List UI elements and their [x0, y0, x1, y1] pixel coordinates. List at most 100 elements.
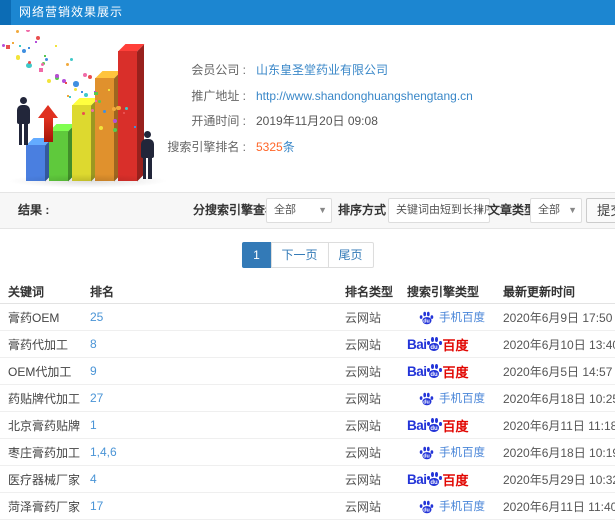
- info-row-url: 推广地址 : http://www.shandonghuangshengtang…: [0, 84, 615, 110]
- pagination-area: 1 下一页 尾页: [0, 229, 615, 279]
- engine-cell: du 手机百度: [407, 444, 503, 460]
- result-label: 结果 :: [18, 203, 50, 217]
- rank-cell[interactable]: 1,4,6: [90, 445, 345, 459]
- article-type-label: 文章类型: [488, 203, 537, 217]
- keyword-cell: 枣庄膏药加工: [8, 445, 81, 460]
- open-time-label: 开通时间 :: [191, 114, 246, 128]
- baidu-paw-icon: du: [419, 446, 434, 460]
- baidu-paw-icon: du: [419, 392, 434, 406]
- engine-cell: Bai du 百度: [407, 470, 503, 489]
- app-window: 网络营销效果展示 会员公司 : 山东皇圣堂药业有限公司 推广地址: http:…: [0, 0, 615, 520]
- mobile-baidu-label: 手机百度: [439, 312, 485, 324]
- baidu-paw-icon: du: [426, 337, 442, 351]
- baidu-logo: Bai du 百度: [407, 363, 469, 380]
- rank-count-value: 5325条: [256, 135, 295, 161]
- updated-cell: 2020年6月10日 13:40: [503, 337, 615, 352]
- promo-url-link[interactable]: http://www.shandonghuangshengtang.cn: [256, 84, 473, 110]
- header-rank: 排名: [90, 284, 115, 299]
- mobile-baidu-label: 手机百度: [439, 447, 485, 459]
- rank-type-cell: 云网站: [345, 445, 382, 460]
- keyword-cell: 医疗器械厂家: [8, 472, 81, 487]
- company-name-link[interactable]: 山东皇圣堂药业有限公司: [256, 58, 388, 84]
- last-page-button[interactable]: 尾页: [327, 242, 374, 268]
- engine-filter-label: 分搜索引擎查看: [193, 203, 278, 217]
- keyword-cell: 药贴牌代加工: [8, 391, 81, 406]
- keyword-cell: 菏泽膏药厂家: [8, 499, 81, 514]
- info-row-rank-count: 搜索引擎排名 : 5325条: [0, 135, 615, 161]
- confetti-dot: [21, 49, 26, 54]
- updated-cell: 2020年6月11日 11:40: [503, 499, 615, 514]
- rank-type-cell: 云网站: [345, 337, 382, 352]
- mobile-baidu-logo: du 手机百度: [407, 444, 485, 460]
- updated-cell: 2020年6月18日 10:19: [503, 445, 615, 460]
- next-page-button[interactable]: 下一页: [270, 242, 329, 268]
- engine-cell: Bai du 百度: [407, 416, 503, 435]
- keyword-cell: 膏药代加工: [8, 337, 69, 352]
- info-row-company: 会员公司 : 山东皇圣堂药业有限公司: [0, 58, 615, 84]
- keyword-cell: 膏药OEM: [8, 310, 60, 325]
- confetti-dot: [15, 30, 19, 33]
- engine-filter-select[interactable]: ▼ 全部: [266, 198, 332, 223]
- header-updated: 最新更新时间: [503, 284, 576, 299]
- company-label: 会员公司 :: [191, 63, 246, 77]
- page-1-button[interactable]: 1: [241, 242, 272, 268]
- rank-type-cell: 云网站: [345, 391, 382, 406]
- table-row: 枣庄膏药加工 1,4,6 云网站 du 手机百度 2020年6月18日 10:19: [0, 439, 615, 466]
- confetti-dot: [25, 30, 30, 32]
- titlebar: 网络营销效果展示: [0, 0, 615, 25]
- engine-cell: du 手机百度: [407, 390, 503, 406]
- confetti-dot: [54, 45, 57, 48]
- page-title: 网络营销效果展示: [19, 5, 124, 19]
- rank-cell[interactable]: 9: [90, 364, 345, 378]
- mobile-baidu-label: 手机百度: [439, 501, 485, 513]
- pagination: 1 下一页 尾页: [241, 242, 374, 268]
- rank-cell[interactable]: 1: [90, 418, 345, 432]
- sort-filter-label: 排序方式: [338, 203, 387, 217]
- updated-cell: 2020年6月5日 14:57: [503, 364, 613, 379]
- engine-cell: du 手机百度: [407, 498, 503, 514]
- updated-cell: 2020年6月11日 11:18: [503, 418, 615, 433]
- confetti-dot: [36, 36, 41, 41]
- article-type-select[interactable]: ▼ 全部: [530, 198, 582, 223]
- table-row: 北京膏药贴牌 1 云网站 Bai du 百度 2020年6月11日 11:18: [0, 412, 615, 439]
- rank-cell[interactable]: 25: [90, 310, 345, 324]
- confetti-dot: [6, 45, 10, 49]
- table-row: OEM代加工 9 云网站 Bai du 百度 2020年6月5日 14:57: [0, 358, 615, 385]
- table-row: 药贴牌代加工 27 云网站 du 手机百度 2020年6月18日 10:25: [0, 385, 615, 412]
- updated-cell: 2020年6月18日 10:25: [503, 391, 615, 406]
- updated-cell: 2020年5月29日 10:32: [503, 472, 615, 487]
- info-section: 会员公司 : 山东皇圣堂药业有限公司 推广地址 : http://www.sha…: [0, 25, 615, 192]
- rank-count-label: 搜索引擎排名 :: [167, 139, 246, 154]
- mobile-baidu-label: 手机百度: [439, 393, 485, 405]
- baidu-paw-icon: du: [426, 472, 442, 486]
- baidu-paw-icon: du: [419, 311, 434, 325]
- rank-cell[interactable]: 27: [90, 391, 345, 405]
- rank-type-cell: 云网站: [345, 364, 382, 379]
- rank-type-cell: 云网站: [345, 418, 382, 433]
- confetti-dot: [27, 47, 30, 50]
- rank-cell[interactable]: 17: [90, 499, 345, 513]
- baidu-paw-icon: du: [426, 418, 442, 432]
- chevron-down-icon: ▼: [568, 205, 577, 215]
- open-time-value: 2019年11月20日 09:08: [256, 114, 378, 128]
- table-row: 菏泽膏药厂家 17 云网站 du 手机百度 2020年6月11日 11:40: [0, 493, 615, 520]
- confetti-dot: [11, 41, 14, 44]
- confetti-dot: [18, 45, 21, 48]
- table-body: 膏药OEM 25 云网站 du 手机百度 2020年6月9日 17:50 膏药代加工 8 云网站…: [0, 304, 615, 520]
- sort-filter-select[interactable]: ▼ 关键词由短到长排序: [388, 198, 490, 223]
- mobile-baidu-logo: du 手机百度: [407, 309, 485, 325]
- rank-cell[interactable]: 8: [90, 337, 345, 351]
- mobile-baidu-logo: du 手机百度: [407, 390, 485, 406]
- rank-count-number: 5325: [256, 139, 283, 154]
- baidu-paw-icon: du: [426, 364, 442, 378]
- submit-button[interactable]: 提交: [586, 198, 615, 223]
- rank-cell[interactable]: 4: [90, 472, 345, 486]
- header-rank-type: 排名类型: [345, 284, 394, 299]
- engine-cell: du 手机百度: [407, 309, 503, 325]
- table-header: 关键词 排名 排名类型 搜索引擎类型 最新更新时间: [0, 279, 615, 304]
- rank-type-cell: 云网站: [345, 472, 382, 487]
- baidu-paw-icon: du: [419, 500, 434, 514]
- mobile-baidu-logo: du 手机百度: [407, 498, 485, 514]
- chevron-down-icon: ▼: [318, 205, 327, 215]
- baidu-logo: Bai du 百度: [407, 336, 469, 353]
